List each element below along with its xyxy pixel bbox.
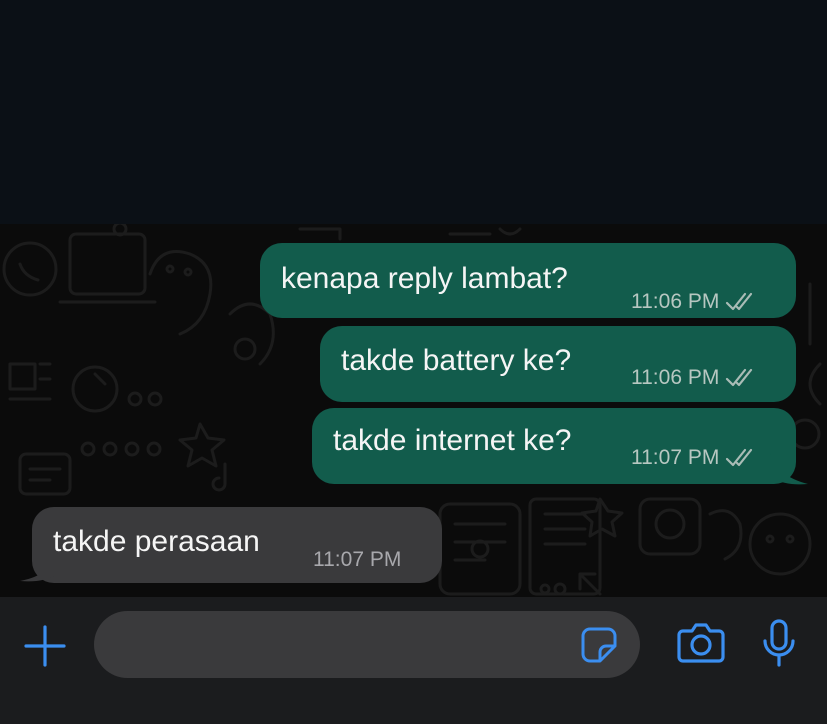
bubble-tail-incoming — [20, 551, 58, 582]
microphone-icon[interactable] — [760, 619, 798, 669]
message-meta: 11:06 PM — [631, 290, 755, 314]
message-text: kenapa reply lambat? — [281, 262, 568, 295]
double-check-icon — [726, 448, 753, 467]
message-time: 11:06 PM — [631, 290, 720, 313]
message-bubble-incoming[interactable]: takde perasaan 11:07 PM — [32, 507, 442, 583]
chat-screen: kenapa reply lambat? 11:06 PM takde batt… — [0, 0, 827, 724]
message-time: 11:06 PM — [631, 366, 720, 389]
camera-icon[interactable] — [676, 621, 726, 665]
message-text: takde battery ke? — [341, 344, 572, 377]
double-check-icon — [726, 368, 753, 387]
message-time: 11:07 PM — [631, 446, 720, 469]
message-bubble-outgoing[interactable]: takde internet ke? 11:07 PM — [312, 408, 796, 484]
message-bubble-outgoing[interactable]: takde battery ke? 11:06 PM — [320, 326, 796, 402]
message-list[interactable]: kenapa reply lambat? 11:06 PM takde batt… — [0, 224, 827, 597]
message-text: takde internet ke? — [333, 424, 572, 457]
double-check-icon — [726, 292, 753, 311]
message-meta: 11:07 PM — [313, 548, 401, 572]
message-meta: 11:07 PM — [631, 446, 755, 470]
message-time: 11:07 PM — [313, 548, 402, 571]
composer-bar — [0, 597, 827, 724]
message-input-field[interactable] — [94, 611, 640, 680]
message-text: takde perasaan — [53, 525, 260, 558]
header-area — [0, 0, 827, 224]
plus-icon[interactable] — [22, 623, 68, 669]
message-meta: 11:06 PM — [631, 366, 755, 390]
bubble-tail-outgoing — [770, 452, 808, 485]
sticker-icon[interactable] — [580, 626, 618, 664]
message-bubble-outgoing[interactable]: kenapa reply lambat? 11:06 PM — [260, 243, 796, 318]
message-input[interactable] — [116, 611, 580, 680]
